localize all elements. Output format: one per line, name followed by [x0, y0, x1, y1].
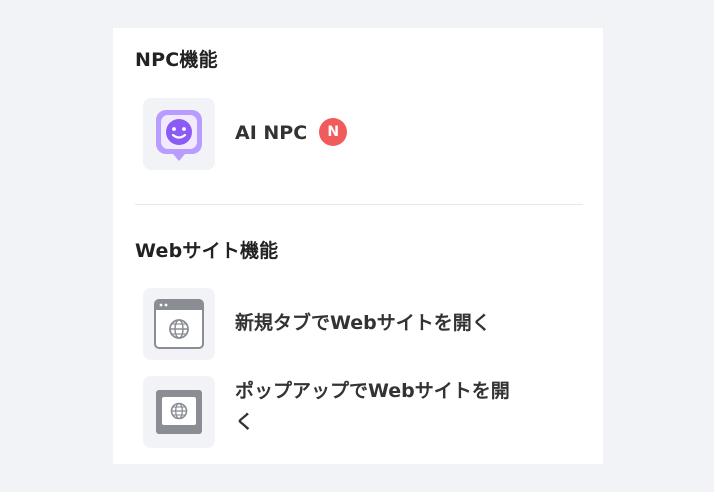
new-tab-icon-tile	[143, 288, 215, 360]
feature-item-open-new-tab[interactable]: 新規タブでWebサイトを開く	[143, 288, 583, 360]
feature-label-open-popup-line2: く	[235, 411, 255, 433]
ai-npc-icon-tile	[143, 98, 215, 170]
feature-label-open-popup-line1: ポップアップでWebサイトを開	[235, 380, 510, 402]
popup-window-globe-icon	[155, 389, 203, 435]
feature-label-open-new-tab: 新規タブでWebサイトを開く	[235, 312, 491, 334]
section-title-website: Webサイト機能	[135, 240, 279, 262]
section-divider	[135, 204, 583, 205]
feature-item-ai-npc[interactable]: AI NPC N	[143, 98, 583, 170]
feature-panel: NPC機能 AI NPC N Webサイト機能 新規タブでWebサイトを開く ポ…	[113, 28, 603, 464]
feature-item-open-popup[interactable]: ポップアップでWebサイトを開 く	[143, 376, 583, 448]
popup-icon-tile	[143, 376, 215, 448]
new-badge: N	[319, 117, 348, 146]
browser-window-globe-icon	[154, 299, 204, 349]
section-title-npc: NPC機能	[135, 49, 218, 71]
feature-label-open-popup: ポップアップでWebサイトを開 く	[235, 376, 510, 438]
feature-label-ai-npc: AI NPC N	[235, 117, 348, 149]
ai-npc-icon	[154, 108, 204, 162]
ai-npc-label: AI NPC	[235, 122, 308, 144]
